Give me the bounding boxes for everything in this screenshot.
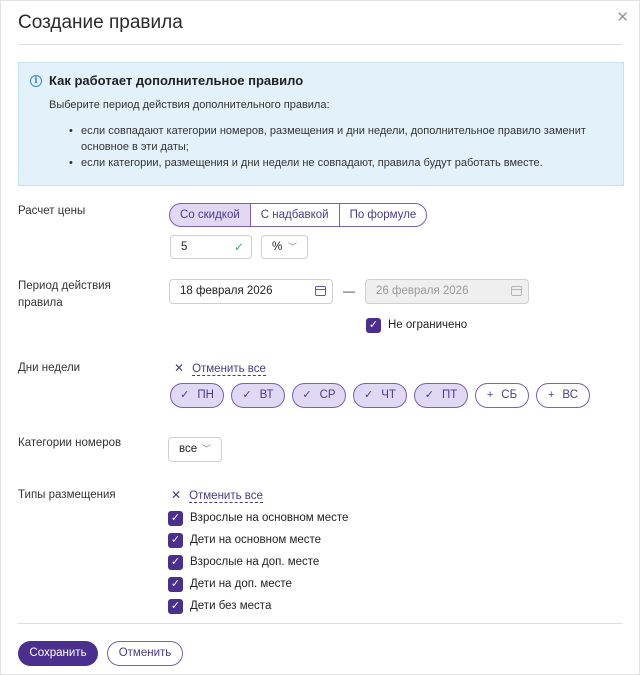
day-label: ЧТ bbox=[381, 389, 396, 401]
valid-check-icon: ✓ bbox=[233, 240, 244, 254]
dialog-title: Создание правила bbox=[18, 12, 183, 33]
date-to-value: 26 февраля 2026 bbox=[376, 285, 469, 297]
price-mode-selector: Со скидкой С надбавкой По формуле bbox=[169, 203, 428, 227]
day-label: СР bbox=[319, 389, 336, 401]
day-chip-sat[interactable]: + СБ bbox=[475, 383, 529, 408]
chevron-down-icon: ﹀ bbox=[202, 444, 212, 454]
price-mode-formula[interactable]: По формуле bbox=[338, 203, 428, 227]
unlimited-checkbox[interactable]: ✓ bbox=[366, 318, 381, 333]
day-chip-mon[interactable]: ✓ ПН bbox=[170, 383, 224, 408]
date-range-dash: — bbox=[343, 284, 355, 298]
price-unit-select[interactable]: % ﹀ bbox=[261, 235, 308, 259]
date-from-input[interactable]: 18 февраля 2026 bbox=[169, 279, 333, 304]
placement-reset-link[interactable]: ✕ Отменить все bbox=[171, 488, 263, 504]
day-chip-fri[interactable]: ✓ ПТ bbox=[414, 383, 468, 408]
unlimited-label: Не ограничено bbox=[388, 319, 468, 331]
weekdays-reset-link[interactable]: ✕ Отменить все bbox=[174, 361, 266, 377]
placement-item-label: Взрослые на основном месте bbox=[190, 512, 349, 524]
room-categories-label: Категории номеров bbox=[18, 437, 122, 449]
date-to-input: 26 февраля 2026 bbox=[365, 279, 529, 304]
save-button[interactable]: Сохранить bbox=[18, 641, 98, 666]
divider bbox=[18, 623, 622, 624]
close-icon[interactable]: ✕ bbox=[616, 10, 629, 25]
check-icon: ✓ bbox=[242, 389, 252, 401]
placement-checkbox[interactable]: ✓ bbox=[168, 555, 183, 570]
calendar-icon[interactable] bbox=[315, 286, 326, 296]
cancel-button[interactable]: Отменить bbox=[107, 641, 183, 666]
day-label: ВТ bbox=[259, 389, 274, 401]
check-icon: ✓ bbox=[364, 389, 374, 401]
placement-item-label: Взрослые на доп. месте bbox=[190, 556, 320, 568]
price-amount-value: 5 bbox=[181, 241, 188, 253]
day-label: СБ bbox=[501, 389, 518, 401]
day-chip-thu[interactable]: ✓ ЧТ bbox=[353, 383, 407, 408]
room-categories-value: все bbox=[179, 443, 198, 455]
info-panel: i Как работает дополнительное правило Вы… bbox=[18, 62, 624, 186]
check-icon: ✓ bbox=[424, 389, 434, 401]
divider bbox=[18, 44, 622, 45]
day-label: ВС bbox=[562, 389, 579, 401]
calendar-icon bbox=[511, 286, 522, 296]
placement-checkbox[interactable]: ✓ bbox=[168, 533, 183, 548]
info-subtitle: Выберите период действия дополнительного… bbox=[49, 99, 330, 111]
weekdays-label: Дни недели bbox=[18, 362, 81, 374]
price-mode-discount[interactable]: Со скидкой bbox=[169, 203, 251, 227]
chevron-down-icon: ﹀ bbox=[288, 242, 298, 252]
placement-item-label: Дети на основном месте bbox=[190, 534, 322, 546]
placement-item-label: Дети без места bbox=[190, 600, 272, 612]
placement-reset-label: Отменить все bbox=[189, 490, 263, 503]
check-icon: ✓ bbox=[180, 389, 190, 401]
day-label: ПН bbox=[197, 389, 214, 401]
price-unit-value: % bbox=[272, 241, 283, 253]
placement-label: Типы размещения bbox=[18, 489, 116, 501]
info-bullet: если совпадают категории номеров, размещ… bbox=[69, 123, 609, 155]
room-categories-select[interactable]: все ﹀ bbox=[168, 437, 222, 462]
placement-item-label: Дети на доп. месте bbox=[190, 578, 292, 590]
plus-icon: + bbox=[486, 389, 494, 401]
check-icon: ✓ bbox=[302, 389, 312, 401]
placement-checkbox[interactable]: ✓ bbox=[168, 577, 183, 592]
date-from-value: 18 февраля 2026 bbox=[180, 285, 273, 297]
info-icon: i bbox=[30, 75, 42, 87]
day-chip-tue[interactable]: ✓ ВТ bbox=[231, 383, 285, 408]
day-chip-wed[interactable]: ✓ СР bbox=[292, 383, 346, 408]
info-title: Как работает дополнительное правило bbox=[49, 73, 304, 88]
weekdays-reset-label: Отменить все bbox=[192, 363, 266, 376]
day-label: ПТ bbox=[441, 389, 458, 401]
plus-icon: + bbox=[547, 389, 555, 401]
weekday-selector: ✓ ПН ✓ ВТ ✓ СР ✓ ЧТ ✓ ПТ + СБ + ВС bbox=[170, 383, 597, 408]
day-chip-sun[interactable]: + ВС bbox=[536, 383, 590, 408]
placement-checkbox[interactable]: ✓ bbox=[168, 511, 183, 526]
placement-checkbox[interactable]: ✓ bbox=[168, 599, 183, 614]
close-icon: ✕ bbox=[171, 488, 182, 502]
price-label: Расчет цены bbox=[18, 205, 86, 217]
price-mode-markup[interactable]: С надбавкой bbox=[249, 203, 340, 227]
create-rule-dialog: Создание правила ✕ i Как работает дополн… bbox=[0, 0, 640, 675]
info-bullet: если категории, размещения и дни недели … bbox=[69, 155, 609, 171]
info-bullets: если совпадают категории номеров, размещ… bbox=[69, 123, 609, 171]
close-icon: ✕ bbox=[174, 361, 185, 375]
period-label: Период действия правила bbox=[18, 280, 111, 309]
price-amount-input[interactable]: 5 ✓ bbox=[170, 235, 252, 259]
